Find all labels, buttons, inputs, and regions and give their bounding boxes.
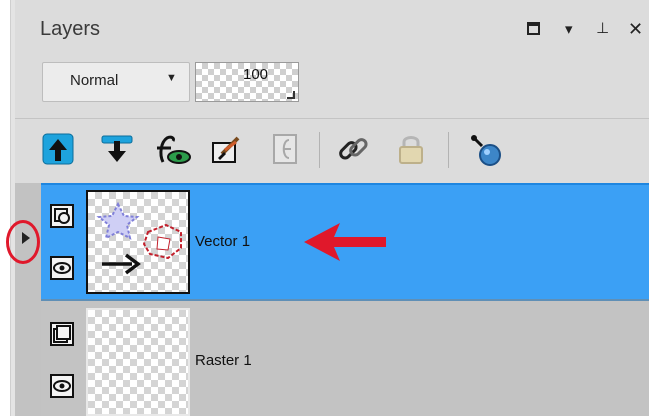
group-button[interactable] — [269, 132, 303, 166]
lock-icon — [399, 136, 423, 164]
paint-brush-icon — [212, 136, 240, 163]
panel-title: Layers — [40, 18, 101, 40]
chevron-down-icon: ▼ — [166, 72, 177, 84]
annotation-circle — [6, 220, 40, 264]
layer-properties-button[interactable] — [468, 132, 502, 166]
close-button[interactable]: ✕ — [628, 19, 643, 40]
visibility-eye-icon[interactable] — [50, 256, 74, 280]
arrow-down-icon — [101, 135, 133, 162]
opacity-value: 100 — [243, 66, 269, 83]
layer-effects-button[interactable] — [151, 132, 191, 166]
left-gutter — [0, 0, 10, 416]
layer-name[interactable]: Vector 1 — [195, 233, 250, 250]
link-layers-button[interactable] — [336, 132, 370, 166]
magnifier-icon — [471, 135, 501, 166]
row-border — [41, 183, 649, 185]
layer-thumbnail-raster[interactable] — [86, 308, 190, 416]
vector-layer-icon — [50, 204, 74, 228]
arrow-up-icon — [42, 133, 74, 165]
lock-layer-button[interactable] — [394, 132, 428, 166]
group-icon — [273, 134, 297, 164]
visibility-eye-icon[interactable] — [50, 374, 74, 398]
layer-thumbnail-vector[interactable] — [86, 190, 190, 294]
annotation-arrow-icon — [300, 219, 390, 270]
raster-layer-icon — [50, 322, 74, 346]
move-up-button[interactable] — [41, 132, 75, 166]
blend-mode-value: Normal — [70, 72, 119, 89]
toolbar-separator — [448, 132, 449, 168]
layer-name[interactable]: Raster 1 — [195, 352, 252, 369]
move-down-button[interactable] — [100, 132, 134, 166]
maximize-button[interactable] — [527, 22, 540, 35]
pin-button[interactable]: ⊥ — [596, 19, 609, 37]
fx-eye-icon — [157, 135, 191, 164]
chain-link-icon — [339, 138, 368, 160]
edit-selection-button[interactable] — [210, 132, 244, 166]
opacity-slider-grip[interactable] — [287, 91, 295, 99]
toolbar-separator — [319, 132, 320, 168]
panel-menu-button[interactable]: ▾ — [565, 20, 573, 38]
